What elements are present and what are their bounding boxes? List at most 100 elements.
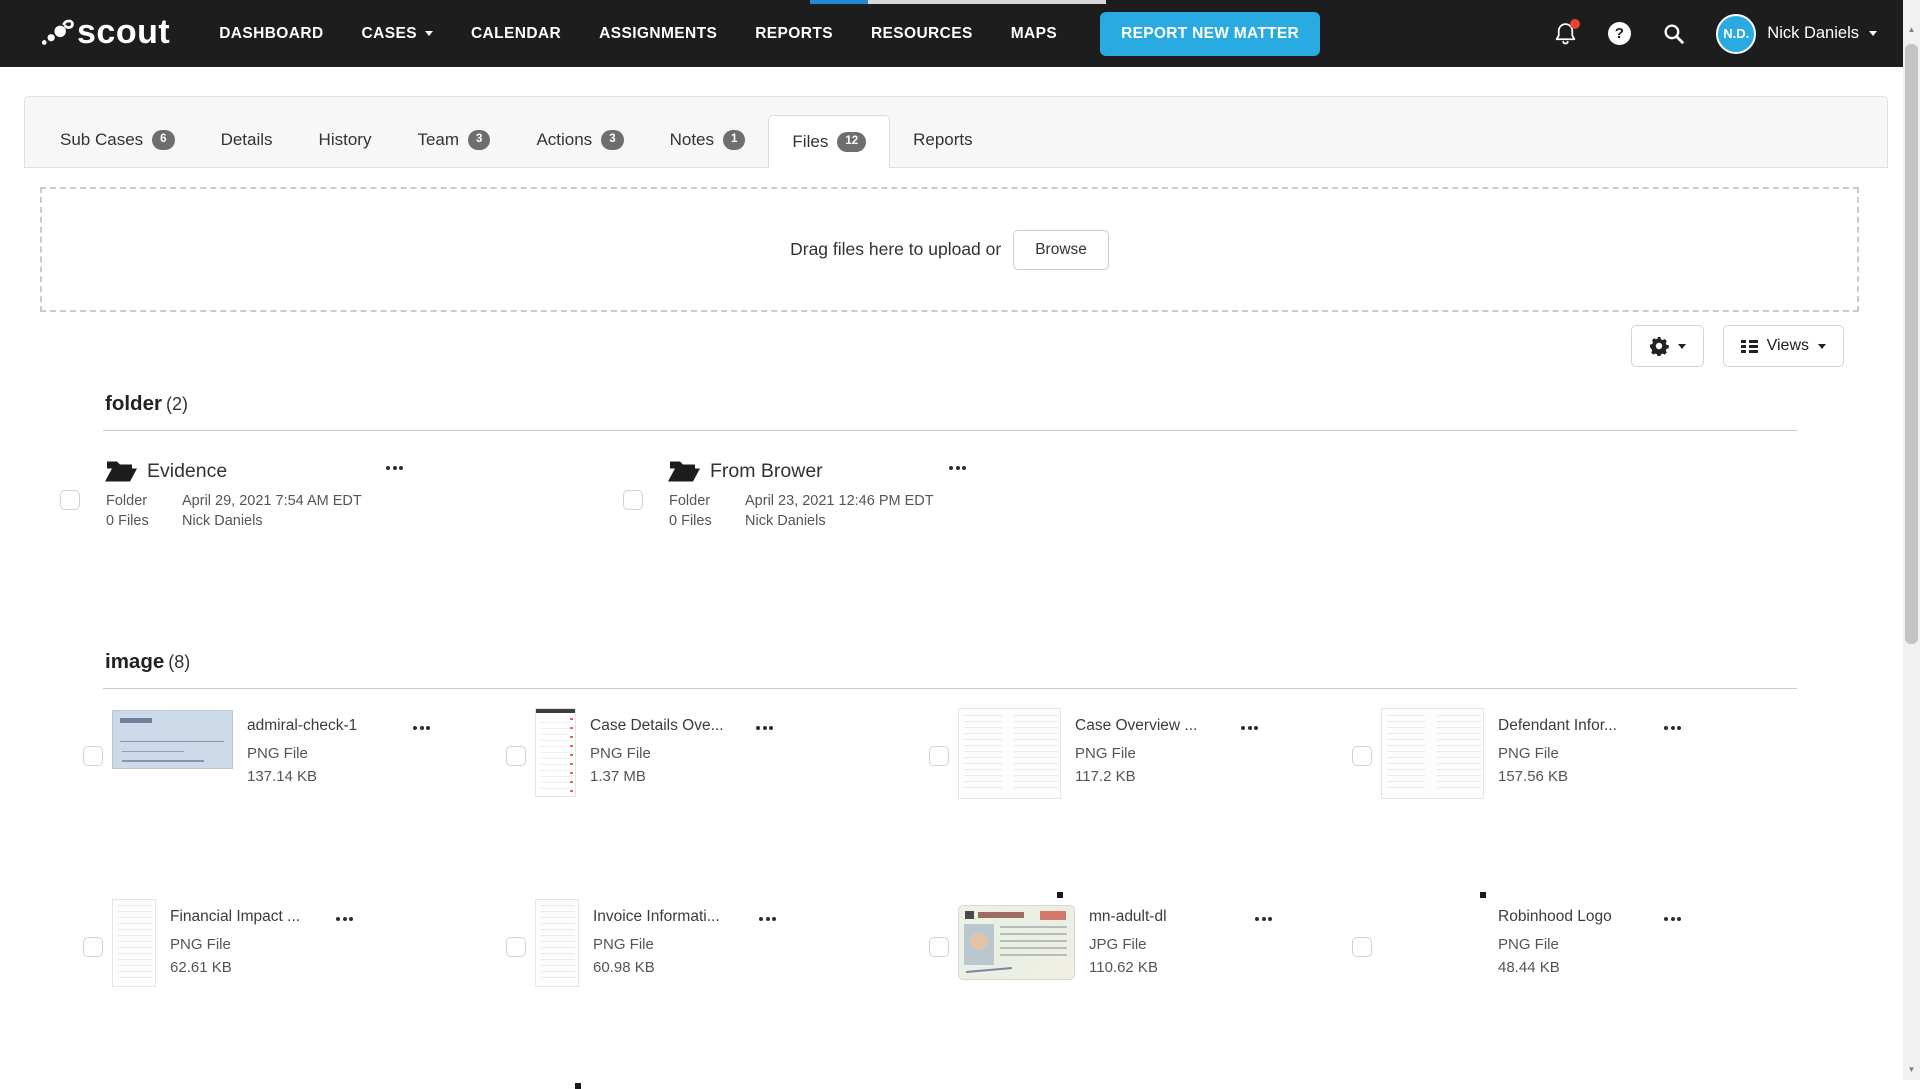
user-menu[interactable]: N.D. Nick Daniels <box>1716 14 1877 54</box>
file-type: PNG File <box>247 742 399 765</box>
views-label: Views <box>1767 337 1809 355</box>
more-options-button[interactable] <box>1237 722 1262 891</box>
nav-item-calendar[interactable]: CALENDAR <box>452 0 580 67</box>
file-thumbnail[interactable] <box>535 708 576 891</box>
tab-count-badge: 6 <box>152 130 174 150</box>
notifications-button[interactable] <box>1552 21 1578 47</box>
folder-kind: Folder <box>106 493 168 509</box>
file-dropzone[interactable]: Drag files here to upload or Browse <box>40 187 1859 312</box>
thumbnail-image-doc-page <box>958 708 1061 799</box>
nav-item-reports[interactable]: REPORTS <box>736 0 852 67</box>
tab-history[interactable]: History <box>296 113 395 167</box>
help-icon: ? <box>1608 22 1631 45</box>
more-options-button[interactable] <box>1251 913 1276 1082</box>
folder-list: Evidence FolderApril 29, 2021 7:54 AM EDT… <box>60 452 1186 529</box>
tab-label: Files <box>792 132 828 152</box>
more-options-button[interactable] <box>409 722 434 891</box>
folder-checkbox[interactable] <box>60 490 80 510</box>
dropzone-text: Drag files here to upload or <box>790 239 1001 260</box>
vertical-scrollbar[interactable]: ▲ ▼ <box>1903 0 1920 1080</box>
brand-logo[interactable]: scout <box>40 18 170 50</box>
views-dropdown-button[interactable]: Views <box>1723 325 1844 367</box>
folder-kind: Folder <box>669 493 731 509</box>
scroll-up-arrow[interactable]: ▲ <box>1903 22 1920 38</box>
more-options-button[interactable] <box>755 913 780 1082</box>
nav-item-assignments[interactable]: ASSIGNMENTS <box>580 0 736 67</box>
file-card-case-overview: Case Overview ...PNG File117.2 KB <box>929 700 1352 891</box>
section-title: image <box>105 650 164 673</box>
tab-label: Actions <box>536 130 592 150</box>
more-options-button[interactable] <box>332 913 357 1082</box>
file-title[interactable]: admiral-check-1 <box>247 716 399 736</box>
tab-team[interactable]: Team3 <box>394 113 513 167</box>
nav-item-label: DASHBOARD <box>219 25 323 43</box>
search-button[interactable] <box>1660 21 1686 47</box>
file-title[interactable]: Financial Impact ... <box>170 907 322 927</box>
file-checkbox[interactable] <box>929 937 949 957</box>
help-button[interactable]: ? <box>1606 21 1632 47</box>
folder-checkbox[interactable] <box>623 490 643 510</box>
file-thumbnail[interactable] <box>958 899 1075 1082</box>
tab-notes[interactable]: Notes1 <box>647 113 769 167</box>
tab-reports[interactable]: Reports <box>890 113 996 167</box>
more-options-button[interactable] <box>945 462 970 529</box>
file-title[interactable]: Defendant Infor... <box>1498 716 1650 736</box>
file-thumbnail[interactable] <box>1381 708 1484 891</box>
nav-item-label: MAPS <box>1011 25 1057 43</box>
file-title[interactable]: Case Details Ove... <box>590 716 742 736</box>
section-count: (8) <box>168 652 190 672</box>
file-thumbnail[interactable] <box>535 899 579 1082</box>
folder-card-body: From Brower Folder April 23, 2021 12:46 PM… <box>667 452 945 529</box>
more-options-button[interactable] <box>382 462 407 529</box>
folder-title[interactable]: Evidence <box>147 460 227 483</box>
file-thumbnail[interactable] <box>112 899 156 1082</box>
tab-count-badge: 12 <box>837 132 866 152</box>
scroll-down-arrow[interactable]: ▼ <box>1903 1062 1920 1078</box>
nav-item-resources[interactable]: RESOURCES <box>852 0 992 67</box>
file-title[interactable]: Invoice Informati... <box>593 907 745 927</box>
folder-card-evidence: Evidence FolderApril 29, 2021 7:54 AM EDT… <box>60 452 623 529</box>
section-divider <box>103 430 1797 431</box>
chevron-down-icon <box>1818 344 1826 349</box>
folder-owner: Nick Daniels <box>745 513 945 529</box>
thumbnail-image-doc-page <box>1381 708 1484 799</box>
nav-item-cases[interactable]: CASES <box>343 0 452 67</box>
folder-title[interactable]: From Brower <box>710 460 823 483</box>
tab-actions[interactable]: Actions3 <box>513 113 646 167</box>
file-thumbnail[interactable] <box>958 708 1061 891</box>
file-checkbox[interactable] <box>929 746 949 766</box>
thumbnail-image-doc-narrow <box>535 899 579 987</box>
brand-text: scout <box>77 15 170 49</box>
file-thumbnail[interactable] <box>1381 899 1484 1082</box>
avatar: N.D. <box>1716 14 1756 54</box>
tab-label: Team <box>417 130 459 150</box>
file-title[interactable]: mn-adult-dl <box>1089 907 1241 927</box>
tab-details[interactable]: Details <box>198 113 296 167</box>
file-checkbox[interactable] <box>506 937 526 957</box>
tab-label: Details <box>221 130 273 150</box>
file-card-financial-impact: Financial Impact ...PNG File62.61 KB <box>83 891 506 1082</box>
settings-dropdown-button[interactable] <box>1631 325 1704 367</box>
tab-sub-cases[interactable]: Sub Cases6 <box>37 113 198 167</box>
folder-date: April 23, 2021 12:46 PM EDT <box>745 493 945 509</box>
folder-meta: FolderApril 29, 2021 7:54 AM EDT0 FilesN… <box>106 493 382 529</box>
more-options-button[interactable] <box>1660 722 1685 891</box>
file-checkbox[interactable] <box>506 746 526 766</box>
file-checkbox[interactable] <box>83 937 103 957</box>
nav-item-dashboard[interactable]: DASHBOARD <box>200 0 342 67</box>
nav-item-maps[interactable]: MAPS <box>992 0 1076 67</box>
file-checkbox[interactable] <box>1352 937 1372 957</box>
report-new-matter-button[interactable]: REPORT NEW MATTER <box>1100 12 1320 56</box>
file-checkbox[interactable] <box>83 746 103 766</box>
file-title[interactable]: Robinhood Logo <box>1498 907 1650 927</box>
browse-button[interactable]: Browse <box>1013 230 1109 270</box>
tab-files[interactable]: Files 12 <box>768 115 890 168</box>
folder-card-body: Evidence FolderApril 29, 2021 7:54 AM EDT… <box>104 452 382 529</box>
file-checkbox[interactable] <box>1352 746 1372 766</box>
file-title[interactable]: Case Overview ... <box>1075 716 1227 736</box>
more-options-button[interactable] <box>752 722 777 891</box>
more-options-button[interactable] <box>1660 913 1685 1082</box>
search-icon <box>1662 22 1685 45</box>
file-thumbnail[interactable] <box>112 708 233 891</box>
scroll-thumb[interactable] <box>1905 44 1918 644</box>
